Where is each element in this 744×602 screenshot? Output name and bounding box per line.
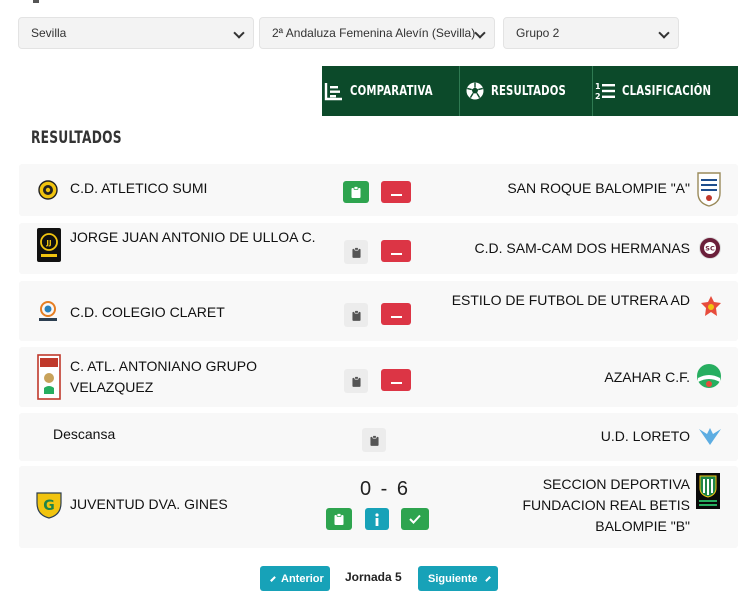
chevron-down-icon <box>658 27 670 39</box>
bye-label: Descansa <box>53 426 116 442</box>
chevron-down-icon <box>233 27 245 39</box>
tab-resultados[interactable]: RESULTADOS <box>459 66 592 116</box>
ordered-list-icon: 1 2 <box>595 82 616 101</box>
pending-result-button[interactable] <box>381 369 411 391</box>
tab-resultados-label: RESULTADOS <box>490 83 566 99</box>
current-round: Jornada 5 <box>345 570 402 584</box>
team-crest-icon <box>37 354 61 400</box>
group-select[interactable]: Grupo 2 <box>503 17 679 49</box>
minus-icon <box>390 194 402 196</box>
next-round-label: Siguiente <box>428 572 478 585</box>
previous-round-label: Anterior <box>281 572 324 585</box>
chevron-down-icon <box>474 27 486 39</box>
match-row: JJ JORGE JUAN ANTONIO DE ULLOA C. C.D. S… <box>19 223 738 274</box>
next-round-button[interactable]: Siguiente <box>418 566 498 591</box>
match-confirmed-button[interactable] <box>401 508 429 530</box>
home-team[interactable]: C.D. COLEGIO CLARET <box>70 302 225 323</box>
tab-clasificacion-label: CLASIFICACIÓN <box>622 83 712 99</box>
away-team[interactable]: SECCION DEPORTIVA FUNDACION REAL BETIS B… <box>490 474 690 537</box>
svg-text:1: 1 <box>595 82 601 91</box>
competition-select-value: 2ª Andaluza Femenina Alevín (Sevilla) <box>272 26 476 40</box>
away-team[interactable]: AZAHAR C.F. <box>604 367 690 388</box>
top-edge-mark <box>33 0 39 3</box>
team-crest-icon: SC <box>699 237 721 259</box>
match-report-button[interactable] <box>343 181 369 203</box>
svg-text:JJ: JJ <box>45 239 51 247</box>
chevron-left-icon <box>270 575 276 582</box>
region-select-value: Sevilla <box>31 26 67 40</box>
clipboard-icon <box>351 186 361 198</box>
svg-text:G: G <box>43 498 55 514</box>
home-team[interactable]: C.D. ATLETICO SUMI <box>70 178 207 199</box>
section-title: RESULTADOS <box>31 128 122 148</box>
tab-clasificacion[interactable]: 1 2 CLASIFICACIÓN <box>592 66 738 116</box>
match-report-button[interactable] <box>344 369 368 393</box>
pending-result-button[interactable] <box>381 303 411 325</box>
clipboard-icon <box>351 309 361 321</box>
home-team[interactable]: JORGE JUAN ANTONIO DE ULLOA C. <box>70 227 320 248</box>
check-icon <box>409 514 421 524</box>
minus-icon <box>390 316 402 318</box>
match-row: Descansa U.D. LORETO <box>19 413 738 461</box>
team-crest-icon <box>38 180 58 200</box>
team-crest-icon: G <box>36 492 62 519</box>
team-crest-icon <box>696 473 720 509</box>
clipboard-icon <box>351 375 361 387</box>
pending-result-button[interactable] <box>381 181 411 203</box>
home-team[interactable]: C. ATL. ANTONIANO GRUPO VELAZQUEZ <box>70 356 310 398</box>
info-icon <box>375 512 379 526</box>
home-team[interactable]: JUVENTUD DVA. GINES <box>70 494 228 515</box>
away-team[interactable]: ESTILO DE FUTBOL DE UTRERA AD <box>450 290 690 311</box>
match-row: C. ATL. ANTONIANO GRUPO VELAZQUEZ AZAHAR… <box>19 347 738 407</box>
team-crest-icon <box>701 296 721 316</box>
chart-list-icon <box>325 83 343 101</box>
match-row: C.D. ATLETICO SUMI SAN ROQUE BALOMPIE "A… <box>19 164 738 216</box>
clipboard-icon <box>334 513 344 525</box>
region-select[interactable]: Sevilla <box>18 17 254 49</box>
minus-icon <box>390 253 402 255</box>
match-report-button[interactable] <box>362 428 386 452</box>
away-team[interactable]: SAN ROQUE BALOMPIE "A" <box>507 178 690 199</box>
clipboard-icon <box>351 246 361 258</box>
svg-text:SC: SC <box>705 245 715 253</box>
match-report-button[interactable] <box>326 508 352 530</box>
match-info-button[interactable] <box>365 508 389 530</box>
tab-comparativa-label: COMPARATIVA <box>350 83 434 99</box>
match-score: 0 - 6 <box>360 478 411 500</box>
away-team[interactable]: C.D. SAM-CAM DOS HERMANAS <box>475 238 690 259</box>
away-team[interactable]: U.D. LORETO <box>601 426 690 447</box>
team-crest-icon <box>39 301 57 321</box>
clipboard-icon <box>369 434 379 446</box>
team-crest-icon <box>699 428 721 445</box>
team-crest-icon <box>697 172 721 207</box>
soccer-ball-icon <box>466 82 484 100</box>
match-report-button[interactable] <box>344 303 368 327</box>
tab-comparativa[interactable]: COMPARATIVA <box>322 66 459 116</box>
competition-select[interactable]: 2ª Andaluza Femenina Alevín (Sevilla) <box>259 17 495 49</box>
match-row: G JUVENTUD DVA. GINES 0 - 6 SECCION DEPO… <box>19 466 738 548</box>
match-report-button[interactable] <box>344 240 368 264</box>
team-crest-icon <box>697 364 721 388</box>
previous-round-button[interactable]: Anterior <box>260 566 330 591</box>
match-row: C.D. COLEGIO CLARET ESTILO DE FUTBOL DE … <box>19 281 738 341</box>
svg-text:2: 2 <box>595 92 601 101</box>
minus-icon <box>390 382 402 384</box>
section-tabs: COMPARATIVA RESULTADOS 1 2 CLASIFICACIÓN <box>322 66 738 116</box>
chevron-right-icon <box>484 575 491 582</box>
group-select-value: Grupo 2 <box>516 26 560 40</box>
team-crest-icon: JJ <box>37 228 61 262</box>
pending-result-button[interactable] <box>381 240 411 262</box>
